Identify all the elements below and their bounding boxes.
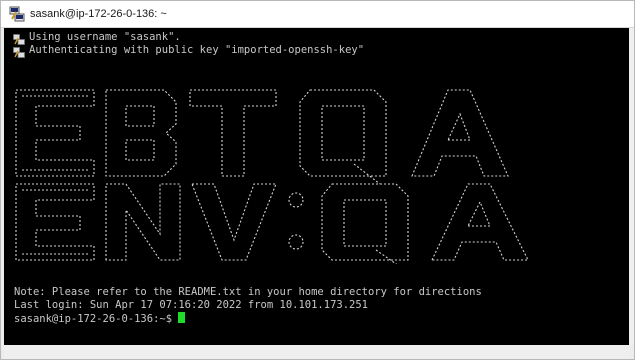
terminal-line: Note: Please refer to the README.txt in … [14,286,482,298]
banner-letter-t [189,89,277,177]
banner-letter-a [431,183,529,261]
banner-letter-q [321,183,409,264]
banner-letter-e [15,89,95,177]
banner-letter-a [411,89,509,177]
putty-window: sasank@ip-172-26-0-136: ~ Using username… [0,0,635,360]
terminal-line: Using username "sasank". [29,31,181,43]
shell-prompt: sasank@ip-172-26-0-136:~$ [14,313,179,325]
putty-icon [9,6,25,22]
banner-letter-e [15,183,95,261]
terminal-line: Last login: Sun Apr 17 07:16:20 2022 fro… [14,299,369,311]
terminal-area[interactable]: Using username "sasank". Authenticating … [4,28,629,345]
window-bottom-edge [4,345,630,359]
ascii-banner [15,89,529,264]
text-cursor [178,312,186,323]
banner-colon [288,192,304,250]
terminal-line: Authenticating with public key "imported… [29,44,365,56]
putty-icon [13,31,25,45]
banner-letter-b [105,89,177,177]
window-title: sasank@ip-172-26-0-136: ~ [30,8,167,20]
banner-letter-q [299,89,387,185]
banner-letter-v [191,183,277,261]
banner-letter-n [105,183,181,261]
title-bar[interactable]: sasank@ip-172-26-0-136: ~ [1,1,634,28]
putty-icon [13,44,25,58]
vertical-scrollbar[interactable] [630,28,634,345]
shell-prompt-line[interactable]: sasank@ip-172-26-0-136:~$ [14,312,186,325]
